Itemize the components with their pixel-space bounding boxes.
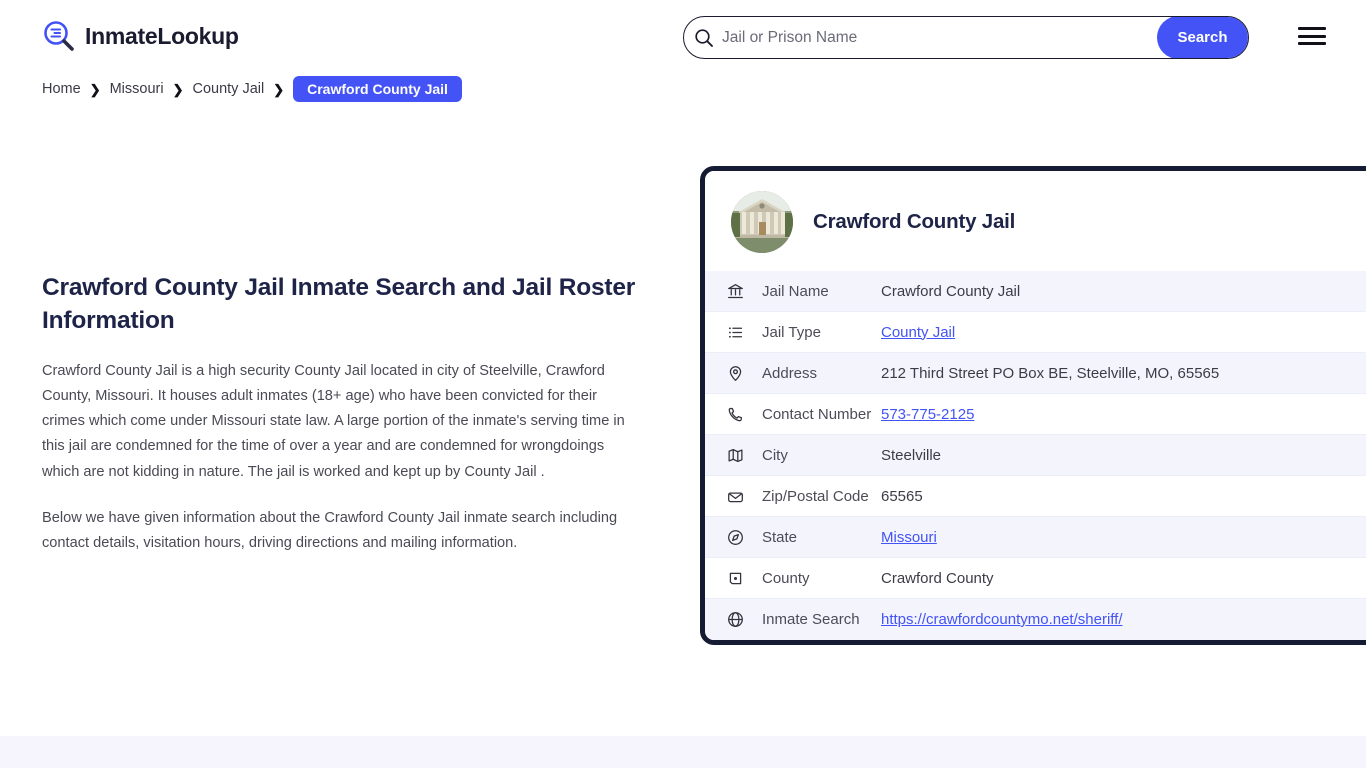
table-row: County Crawford County [705, 558, 1366, 599]
row-value: Crawford County Jail [881, 282, 1021, 300]
table-row: Inmate Search https://crawfordcountymo.n… [705, 599, 1366, 640]
search-input[interactable] [718, 17, 1157, 58]
map-icon [723, 447, 747, 464]
row-value: 212 Third Street PO Box BE, Steelville, … [881, 364, 1220, 382]
row-label: Jail Type [762, 323, 821, 341]
table-row: State Missouri [705, 517, 1366, 558]
county-pin-icon [723, 570, 747, 587]
row-label: Inmate Search [762, 611, 860, 628]
row-value[interactable]: Missouri [881, 529, 937, 546]
row-value: Steelville [881, 446, 942, 464]
row-label: Contact Number [762, 405, 872, 423]
row-value[interactable]: 573-775-2125 [881, 406, 974, 423]
magnifier-list-icon [42, 19, 76, 53]
courthouse-photo [731, 191, 793, 253]
row-label: City [762, 446, 788, 464]
jail-info-card: Crawford County Jail Jail Name Crawford … [700, 166, 1366, 645]
chevron-right-icon: ❯ [273, 81, 285, 97]
table-row: Address 212 Third Street PO Box BE, Stee… [705, 353, 1366, 394]
table-row: Jail Name Crawford County Jail [705, 271, 1366, 312]
row-value: Crawford County [881, 569, 994, 587]
table-row: City Steelville [705, 435, 1366, 476]
main-content: Crawford County Jail Inmate Search and J… [42, 272, 642, 577]
breadcrumb-item-missouri[interactable]: Missouri [110, 81, 173, 97]
chevron-right-icon: ❯ [89, 81, 101, 97]
footer-section [0, 736, 1366, 768]
hamburger-menu-icon[interactable] [1298, 25, 1326, 47]
table-row: Contact Number 573-775-2125 [705, 394, 1366, 435]
breadcrumb-item-home[interactable]: Home [42, 81, 90, 97]
envelope-icon [723, 488, 747, 505]
jail-type-link[interactable]: County Jail [881, 324, 955, 341]
inmate-search-link[interactable]: https://crawfordcountymo.net/sheriff/ [881, 611, 1123, 628]
row-label: Zip/Postal Code [762, 487, 869, 505]
search-bar[interactable]: Search [683, 16, 1249, 59]
page-title: Crawford County Jail Inmate Search and J… [42, 274, 636, 334]
compass-icon [723, 529, 747, 546]
phone-icon [723, 406, 747, 423]
row-label: County [762, 569, 810, 587]
bank-icon [723, 283, 747, 300]
search-icon [684, 28, 718, 48]
row-label: Jail Name [762, 282, 829, 300]
row-value: 65565 [881, 487, 923, 505]
table-row: Jail Type County Jail [705, 312, 1366, 353]
breadcrumb-item-county-jail[interactable]: County Jail [192, 81, 273, 97]
table-row: Zip/Postal Code 65565 [705, 476, 1366, 517]
chevron-right-icon: ❯ [172, 81, 184, 97]
search-button[interactable]: Search [1157, 17, 1248, 58]
phone-link[interactable]: 573-775-2125 [881, 406, 974, 423]
page-root: InmateLookup Search Home ❯ Missouri ❯ Co… [0, 0, 1366, 768]
row-value[interactable]: https://crawfordcountymo.net/sheriff/ [881, 611, 1123, 628]
logo-text: InmateLookup [85, 22, 239, 49]
state-link[interactable]: Missouri [881, 529, 937, 546]
breadcrumb-item-current: Crawford County Jail [293, 76, 462, 102]
site-logo[interactable]: InmateLookup [42, 19, 239, 53]
globe-icon [723, 611, 747, 628]
row-label: State [762, 528, 798, 546]
secondary-paragraph: Below we have given information about th… [42, 509, 618, 551]
row-label: Address [762, 364, 818, 382]
card-title: Crawford County Jail [813, 210, 1016, 233]
intro-paragraph: Crawford County Jail is a high security … [42, 363, 625, 480]
row-value[interactable]: County Jail [881, 324, 955, 341]
breadcrumb: Home ❯ Missouri ❯ County Jail ❯ Crawford… [42, 76, 462, 102]
map-pin-icon [723, 365, 747, 382]
list-icon [723, 324, 747, 341]
card-header: Crawford County Jail [705, 171, 1366, 271]
site-header: InmateLookup Search [0, 0, 1366, 74]
